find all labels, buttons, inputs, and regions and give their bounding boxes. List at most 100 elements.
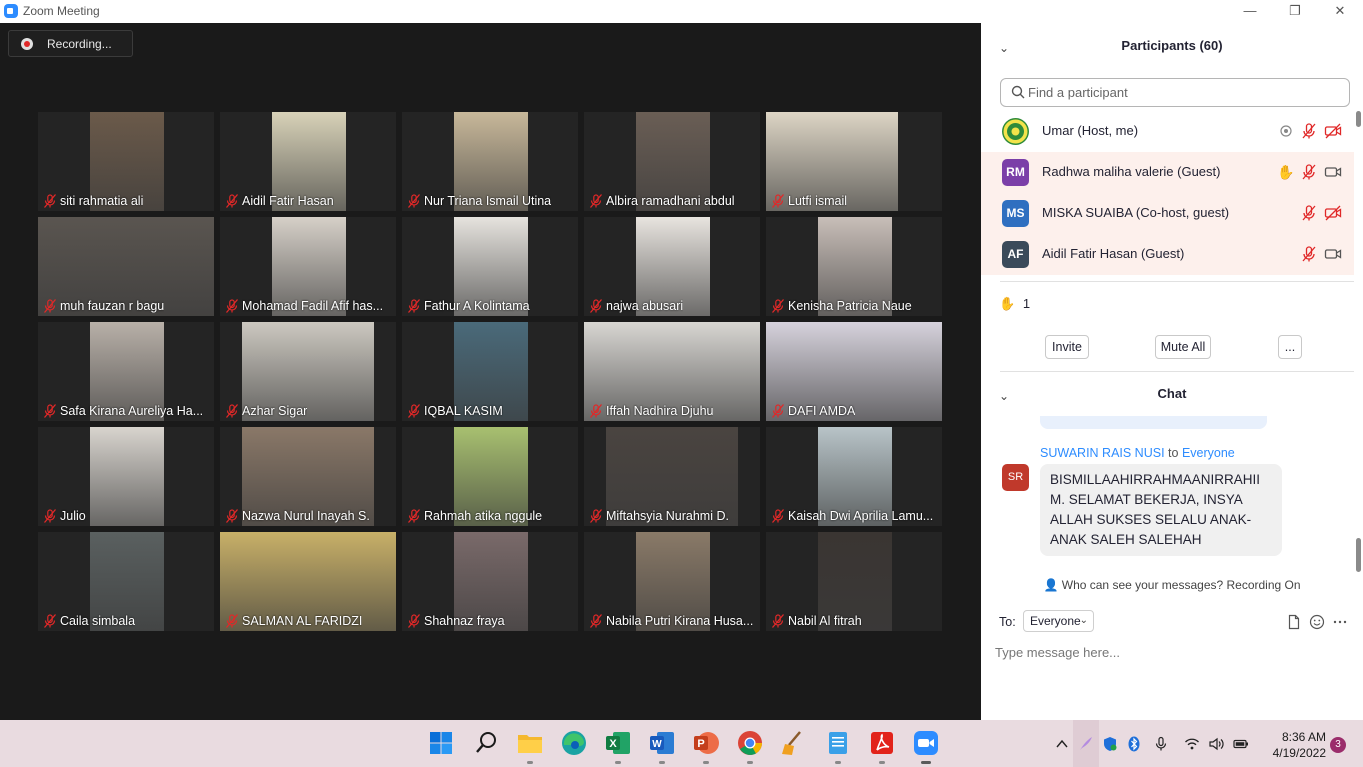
powerpoint-icon[interactable]: P (692, 729, 720, 764)
running-indicator (615, 761, 621, 764)
tray-app-highlight[interactable] (1073, 720, 1099, 767)
search-icon[interactable] (472, 729, 500, 757)
chrome-icon[interactable] (736, 729, 764, 764)
recording-indicator[interactable]: Recording... (8, 30, 133, 57)
video-tile[interactable]: Mohamad Fadil Afif has... (220, 217, 396, 316)
participant-name: Aidil Fatir Hasan (Guest) (1042, 246, 1185, 261)
message-sender[interactable]: SUWARIN RAIS NUSI (1040, 446, 1165, 460)
mic-muted-icon[interactable] (1300, 122, 1318, 140)
participant-name: Aidil Fatir Hasan (242, 194, 334, 208)
video-tile[interactable]: Julio (38, 427, 214, 526)
participant-row[interactable]: Umar (Host, me) (981, 111, 1354, 152)
video-tile[interactable]: DAFI AMDA (766, 322, 942, 421)
participant-label: Shahnaz fraya (402, 613, 505, 629)
video-tile[interactable]: muh fauzan r bagu (38, 217, 214, 316)
mic-muted-icon[interactable] (1300, 163, 1318, 181)
running-indicator (747, 761, 753, 764)
video-tile[interactable]: Caila simbala (38, 532, 214, 631)
bluetooth-icon[interactable] (1126, 736, 1142, 752)
video-tile[interactable]: Nur Triana Ismail Utina (402, 112, 578, 211)
video-tile[interactable]: Albira ramadhani abdul (584, 112, 760, 211)
battery-icon[interactable] (1233, 736, 1249, 752)
system-clock[interactable]: 8:36 AM 4/19/2022 (1260, 729, 1326, 761)
chat-scrollbar[interactable] (1356, 538, 1361, 572)
participant-label: Azhar Sigar (220, 403, 307, 419)
visibility-note[interactable]: 👤 Who can see your messages? Recording O… (981, 578, 1363, 592)
video-tile[interactable]: Fathur A Kolintama (402, 217, 578, 316)
taskbar: X W P 8:36 AM 4/19/2022 3 (0, 720, 1363, 767)
meeting-area: Recording... siti rahmatia ali Aidil Fati… (0, 23, 981, 720)
video-tile[interactable]: Safa Kirana Aureliya Ha... (38, 322, 214, 421)
participant-label: IQBAL KASIM (402, 403, 503, 419)
video-tile[interactable]: Azhar Sigar (220, 322, 396, 421)
microphone-icon[interactable] (1153, 736, 1169, 752)
video-tile[interactable]: IQBAL KASIM (402, 322, 578, 421)
participant-row[interactable]: RM Radhwa maliha valerie (Guest) ✋ (981, 152, 1354, 193)
more-button[interactable]: ... (1278, 335, 1302, 359)
participant-search[interactable] (1000, 78, 1350, 107)
video-tile[interactable]: Nazwa Nurul Inayah S. (220, 427, 396, 526)
video-tile[interactable]: Rahmah atika nggule (402, 427, 578, 526)
video-tile[interactable]: Aidil Fatir Hasan (220, 112, 396, 211)
video-tile[interactable]: SALMAN AL FARIDZI (220, 532, 396, 631)
video-tile[interactable]: Kenisha Patricia Naue (766, 217, 942, 316)
video-on-icon[interactable] (1324, 245, 1342, 263)
minimize-button[interactable]: — (1228, 0, 1272, 23)
mic-muted-icon[interactable] (1300, 204, 1318, 222)
running-indicator (659, 761, 665, 764)
close-button[interactable]: ✕ (1318, 0, 1362, 23)
running-indicator (835, 761, 841, 764)
file-explorer-icon[interactable] (516, 729, 544, 764)
word-icon[interactable]: W (648, 729, 676, 764)
notepad-icon[interactable] (824, 729, 852, 764)
video-tile[interactable]: Shahnaz fraya (402, 532, 578, 631)
video-off-icon[interactable] (1324, 122, 1342, 140)
participant-avatar: RM (1002, 159, 1029, 186)
maximize-button[interactable]: ❐ (1273, 0, 1317, 23)
emoji-icon[interactable] (1309, 614, 1325, 630)
invite-button[interactable]: Invite (1045, 335, 1089, 359)
side-panel: ⌄ Participants (60) Umar (Host, me) RM R… (981, 23, 1363, 720)
video-tile[interactable]: Miftahsyia Nurahmi D. (584, 427, 760, 526)
participants-title: Participants (60) (1121, 38, 1223, 53)
windows-start-icon[interactable] (427, 729, 455, 757)
zoom-app-icon[interactable] (912, 729, 940, 764)
mute-all-button[interactable]: Mute All (1155, 335, 1211, 359)
excel-icon[interactable]: X (604, 729, 632, 764)
search-input[interactable] (1028, 83, 1338, 102)
video-tile[interactable]: Kaisah Dwi Aprilia Lamu... (766, 427, 942, 526)
participant-label: siti rahmatia ali (38, 193, 143, 209)
adobe-reader-icon[interactable] (868, 729, 896, 764)
participants-scrollbar[interactable] (1355, 111, 1361, 281)
mic-muted-icon (770, 403, 786, 419)
participant-name: Iffah Nadhira Djuhu (606, 404, 714, 418)
scrollbar-thumb[interactable] (1356, 111, 1361, 127)
more-options-icon[interactable] (1332, 614, 1348, 630)
wifi-icon[interactable] (1184, 736, 1200, 752)
message-input[interactable] (995, 641, 1345, 663)
mic-muted-icon[interactable] (1300, 245, 1318, 263)
participant-label: Miftahsyia Nurahmi D. (584, 508, 729, 524)
notification-badge[interactable]: 3 (1330, 737, 1346, 753)
participant-row[interactable]: AF Aidil Fatir Hasan (Guest) (981, 234, 1354, 275)
video-on-icon[interactable] (1324, 163, 1342, 181)
participant-row[interactable]: MS MISKA SUAIBA (Co-host, guest) (981, 193, 1354, 234)
video-off-icon[interactable] (1324, 204, 1342, 222)
chevron-up-icon[interactable] (1054, 736, 1070, 752)
video-tile[interactable]: Lutfi ismail (766, 112, 942, 211)
video-tile[interactable]: siti rahmatia ali (38, 112, 214, 211)
participant-label: Lutfi ismail (766, 193, 847, 209)
sender-avatar: SR (1002, 464, 1029, 491)
security-shield-icon[interactable] (1102, 736, 1118, 752)
video-tile[interactable]: Iffah Nadhira Djuhu (584, 322, 760, 421)
video-tile[interactable]: najwa abusari (584, 217, 760, 316)
ccleaner-icon[interactable] (780, 729, 808, 757)
video-tile[interactable]: Nabil Al fitrah (766, 532, 942, 631)
mic-muted-icon (42, 613, 58, 629)
video-tile[interactable]: Nabila Putri Kirana Husa... (584, 532, 760, 631)
file-icon[interactable] (1286, 614, 1302, 630)
participant-name: Nabil Al fitrah (788, 614, 862, 628)
volume-icon[interactable] (1208, 736, 1224, 752)
recipient-select[interactable]: Everyone ⌄ (1023, 610, 1094, 632)
edge-icon[interactable] (560, 729, 588, 757)
